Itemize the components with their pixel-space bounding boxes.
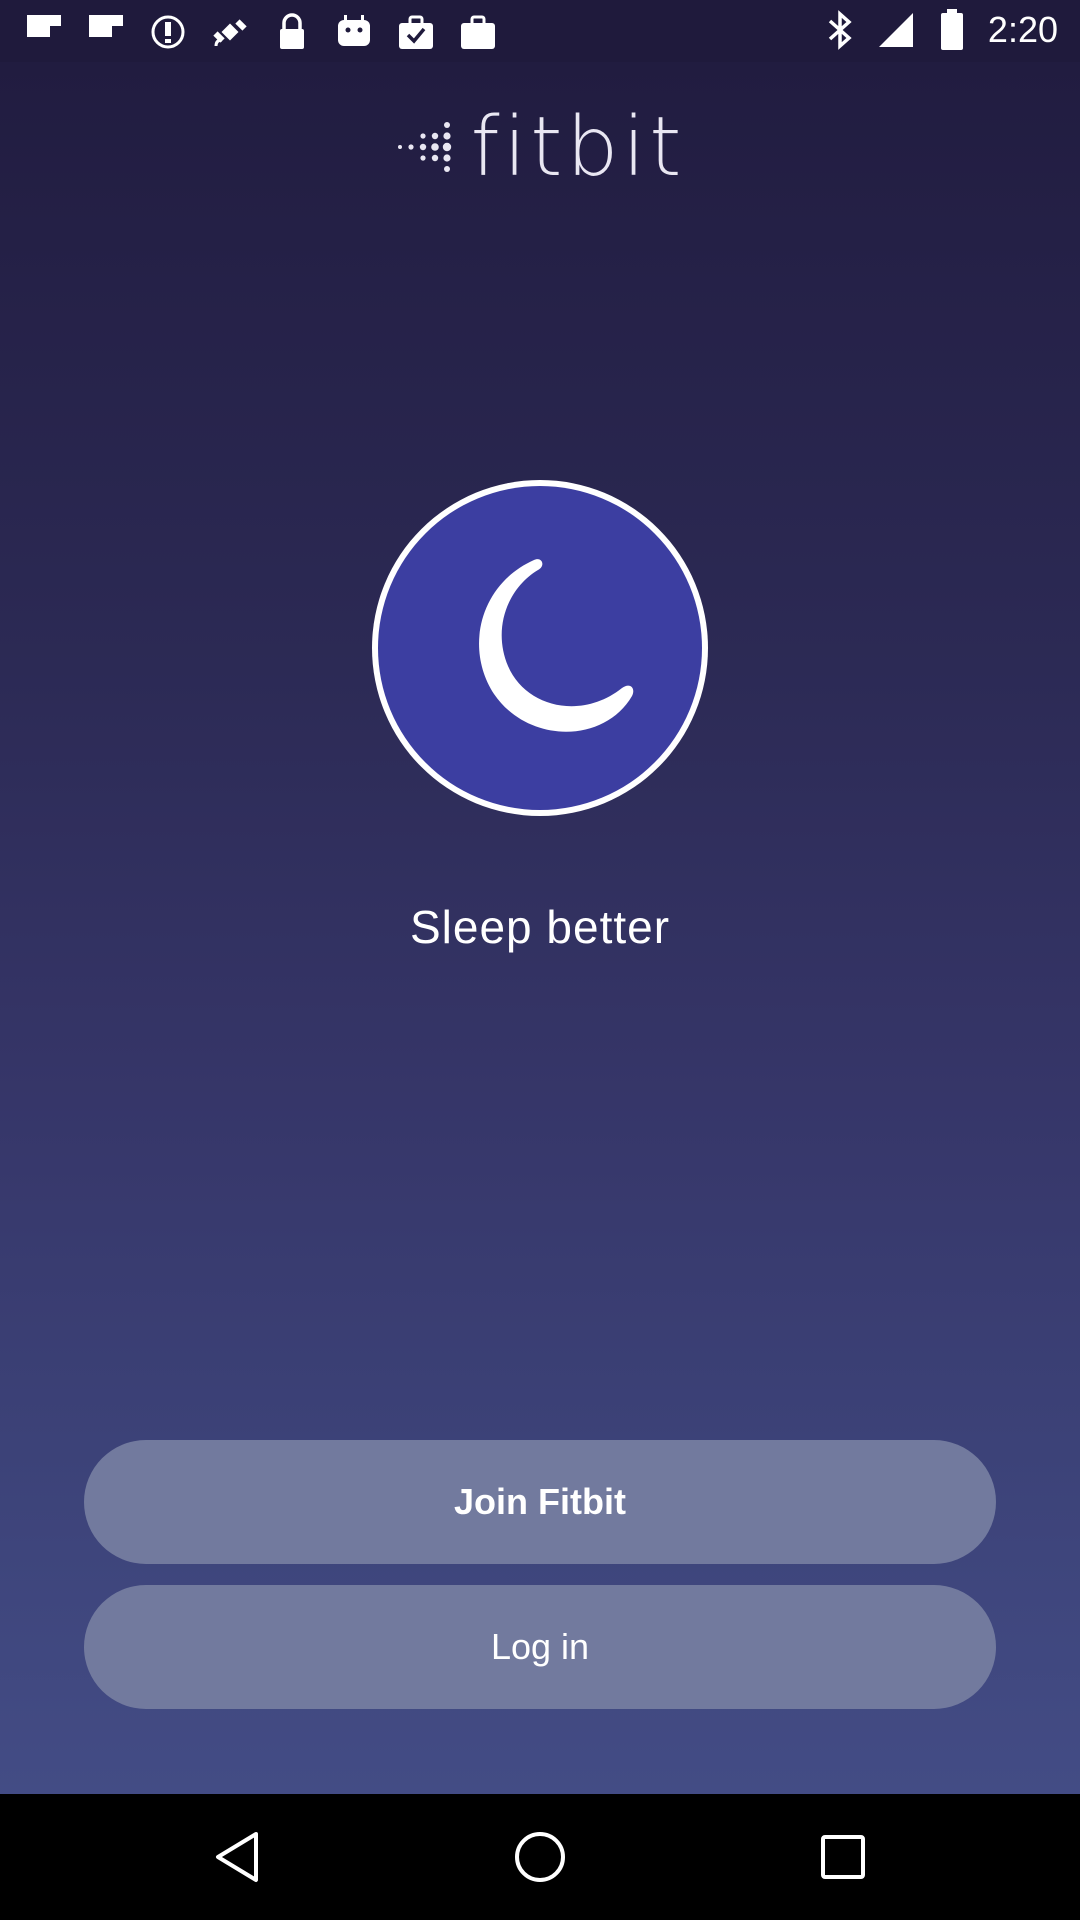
android-bot-icon [332, 10, 376, 54]
clock: 2:20 [987, 9, 1058, 50]
flipboard-icon [84, 10, 128, 54]
bluetooth-icon [820, 8, 860, 52]
lock-icon [270, 10, 314, 54]
logo-wordmark: fitbit [470, 99, 686, 195]
screen: 2:20 fitbit Sleep better Join Fitbit Log… [0, 0, 1080, 1920]
recent-apps-icon[interactable] [808, 1822, 878, 1892]
fake-gps-satellite-icon [208, 10, 252, 54]
log-in-button[interactable]: Log in [84, 1585, 996, 1709]
status-bar: 2:20 [0, 0, 1080, 62]
battery-icon [932, 8, 972, 52]
task-check-icon [394, 10, 438, 54]
fitbit-dots-icon [397, 122, 451, 172]
join-fitbit-button[interactable]: Join Fitbit [84, 1440, 996, 1564]
flipboard-icon [22, 10, 66, 54]
back-icon[interactable] [202, 1822, 272, 1892]
signal-icon [876, 8, 916, 52]
alert-circle-icon [146, 10, 190, 54]
notification-icons [22, 10, 500, 54]
moon-icon [368, 476, 712, 820]
home-icon[interactable] [505, 1822, 575, 1892]
fitbit-logo: fitbit [0, 99, 1080, 195]
system-status: 2:20 [820, 8, 1058, 52]
onboarding-screen: fitbit Sleep better Join Fitbit Log in [0, 62, 1080, 1794]
briefcase-icon [456, 10, 500, 54]
navigation-bar [0, 1794, 1080, 1920]
headline: Sleep better [409, 901, 671, 953]
